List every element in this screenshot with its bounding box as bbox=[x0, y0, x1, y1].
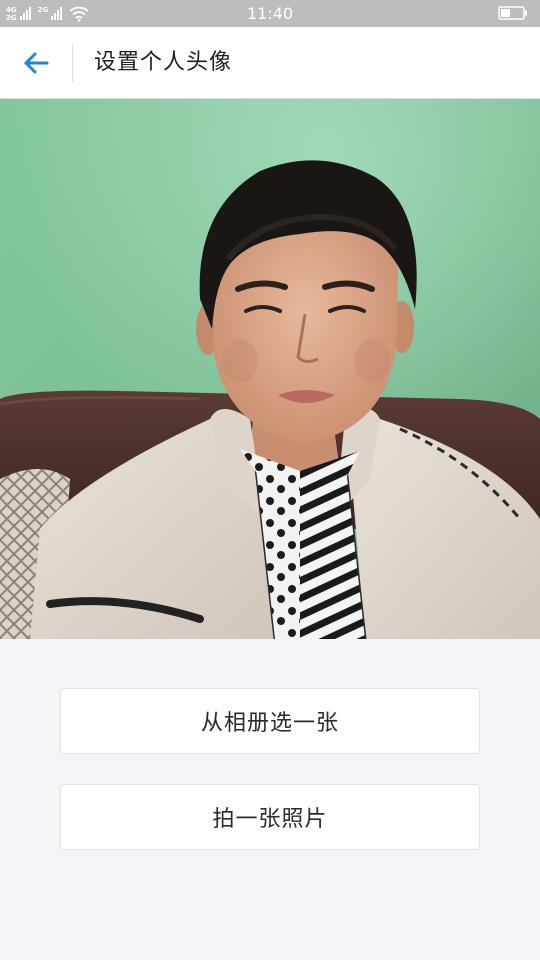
back-button[interactable] bbox=[16, 45, 56, 81]
avatar-preview-photo bbox=[0, 99, 540, 639]
title-bar: 设置个人头像 bbox=[0, 27, 540, 99]
avatar-photo-illustration bbox=[0, 99, 540, 639]
choose-from-album-button[interactable]: 从相册选一张 bbox=[60, 688, 480, 754]
page-title: 设置个人头像 bbox=[94, 50, 233, 75]
take-photo-button[interactable]: 拍一张照片 bbox=[60, 784, 480, 850]
arrow-left-icon bbox=[24, 52, 49, 74]
battery-icon bbox=[498, 6, 527, 20]
screen: 4G 2G 2G 11:40 设置个人头像 从相册选一张 拍一张照片 bbox=[0, 0, 540, 960]
status-bar: 4G 2G 2G 11:40 bbox=[0, 0, 540, 27]
status-time: 11:40 bbox=[246, 4, 294, 23]
header-divider bbox=[72, 44, 73, 82]
